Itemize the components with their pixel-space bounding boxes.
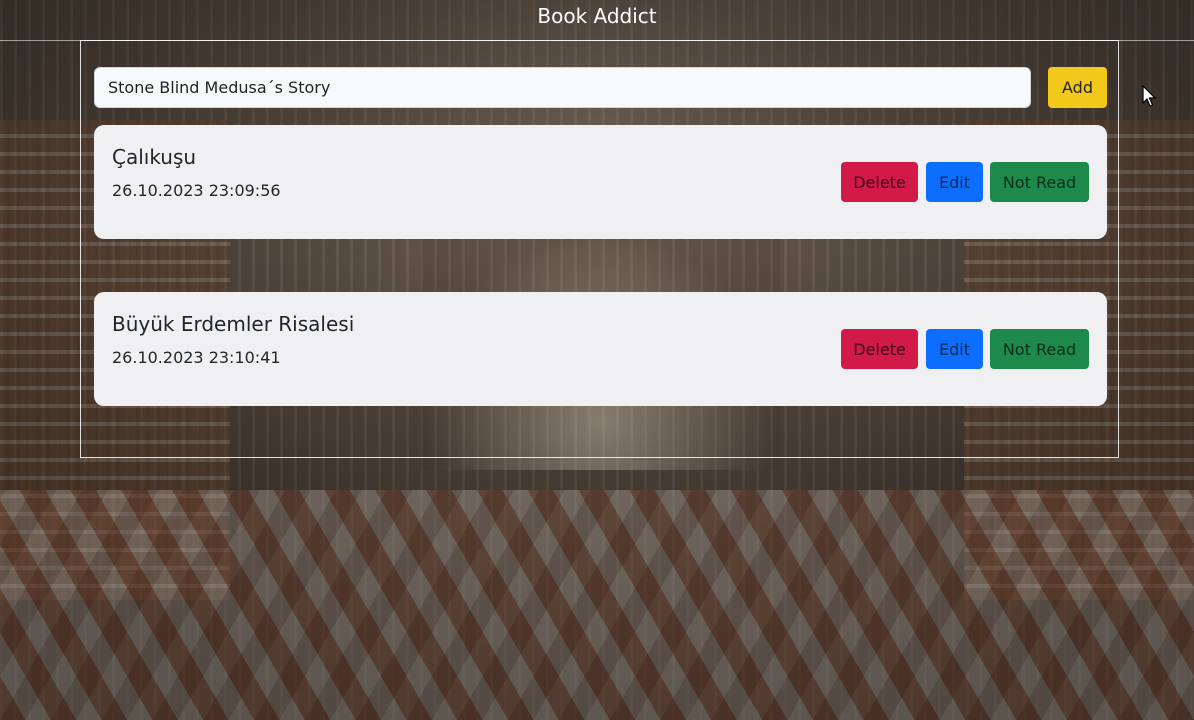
- page-title: Book Addict: [537, 4, 657, 28]
- book-title: Büyük Erdemler Risalesi: [112, 312, 355, 336]
- add-button[interactable]: Add: [1048, 67, 1107, 108]
- book-card: Çalıkuşu 26.10.2023 23:09:56 Delete Edit…: [94, 125, 1107, 239]
- book-card: Büyük Erdemler Risalesi 26.10.2023 23:10…: [94, 292, 1107, 406]
- not-read-button[interactable]: Not Read: [990, 162, 1089, 202]
- book-title: Çalıkuşu: [112, 145, 197, 169]
- edit-button[interactable]: Edit: [926, 329, 983, 369]
- background-floor: [0, 490, 1194, 720]
- not-read-button[interactable]: Not Read: [990, 329, 1089, 369]
- book-date: 26.10.2023 23:09:56: [112, 181, 281, 200]
- edit-button[interactable]: Edit: [926, 162, 983, 202]
- delete-button[interactable]: Delete: [841, 162, 918, 202]
- delete-button[interactable]: Delete: [841, 329, 918, 369]
- book-title-input[interactable]: [94, 67, 1031, 108]
- mouse-cursor-icon: [1142, 85, 1157, 107]
- book-date: 26.10.2023 23:10:41: [112, 348, 281, 367]
